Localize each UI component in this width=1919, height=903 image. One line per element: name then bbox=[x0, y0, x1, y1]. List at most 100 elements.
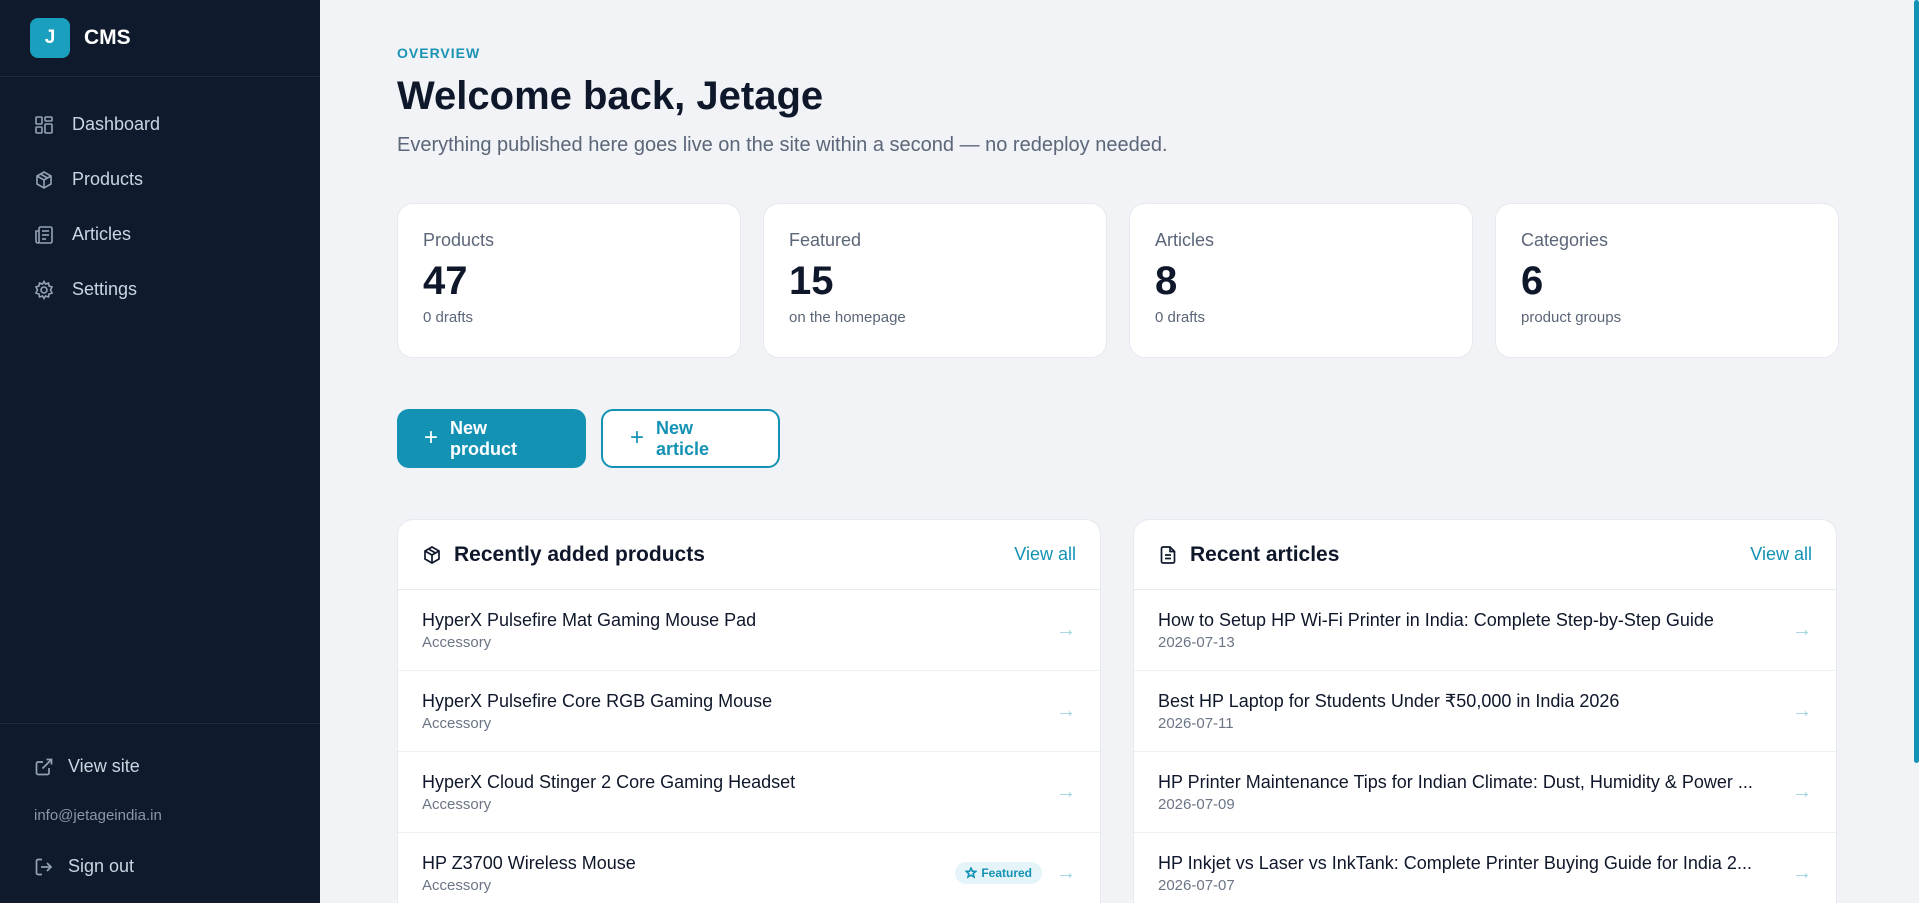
sign-out-icon bbox=[35, 858, 53, 875]
sidebar: J CMS Dashboard Products Articles Settin… bbox=[0, 0, 320, 903]
stat-label: Featured bbox=[789, 230, 862, 250]
article-row[interactable]: HP Printer Maintenance Tips for Indian C… bbox=[1134, 752, 1836, 833]
quick-actions: + New product + New article bbox=[397, 409, 780, 468]
new-article-label: New article bbox=[656, 417, 710, 459]
plus-icon: + bbox=[630, 423, 645, 451]
stat-card-articles: Articles 8 0 drafts bbox=[1129, 203, 1473, 358]
document-icon bbox=[1160, 545, 1176, 564]
brand-name: CMS bbox=[84, 26, 131, 49]
stat-note: 0 drafts bbox=[1155, 309, 1206, 326]
product-title: HP Z3700 Wireless Mouse bbox=[422, 852, 636, 873]
sidebar-nav: Dashboard Products Articles Settings bbox=[0, 77, 320, 317]
product-row[interactable]: HyperX Pulsefire Core RGB Gaming Mouse A… bbox=[398, 671, 1100, 752]
plus-icon: + bbox=[424, 423, 439, 451]
article-title: HP Printer Maintenance Tips for Indian C… bbox=[1158, 771, 1753, 792]
stat-card-products: Products 47 0 drafts bbox=[397, 203, 741, 358]
product-row[interactable]: HyperX Pulsefire Mat Gaming Mouse Pad Ac… bbox=[398, 590, 1100, 671]
main-content: OVERVIEW Welcome back, Jetage Everything… bbox=[320, 0, 1919, 903]
panel-header: Recently added products View all bbox=[398, 520, 1100, 590]
brand-logo: J bbox=[30, 18, 70, 58]
newspaper-icon bbox=[35, 225, 53, 244]
view-site-link[interactable]: View site bbox=[34, 756, 140, 777]
article-row[interactable]: Best HP Laptop for Students Under ₹50,00… bbox=[1134, 671, 1836, 752]
row-text: HP Printer Maintenance Tips for Indian C… bbox=[1158, 772, 1778, 813]
sidebar-item-products[interactable]: Products bbox=[0, 152, 320, 207]
product-title: HyperX Pulsefire Mat Gaming Mouse Pad bbox=[422, 609, 757, 630]
featured-badge-label: Featured bbox=[981, 866, 1032, 880]
arrow-right-icon: → bbox=[1792, 618, 1812, 641]
stat-note: product groups bbox=[1521, 309, 1622, 326]
sidebar-item-label: Settings bbox=[72, 279, 138, 299]
sidebar-item-dashboard[interactable]: Dashboard bbox=[0, 97, 320, 152]
view-site-label: View site bbox=[68, 756, 140, 776]
article-title: HP Inkjet vs Laser vs InkTank: Complete … bbox=[1158, 852, 1752, 873]
new-product-label: New product bbox=[450, 417, 518, 459]
arrow-right-icon: → bbox=[1792, 780, 1812, 803]
stats-row: Products 47 0 drafts Featured 15 on the … bbox=[397, 203, 1839, 358]
product-category: Accessory bbox=[422, 795, 492, 813]
sidebar-item-label: Articles bbox=[72, 224, 132, 244]
external-link-icon bbox=[35, 758, 53, 775]
product-category: Accessory bbox=[422, 633, 492, 651]
sidebar-item-label: Products bbox=[72, 169, 144, 189]
view-all-articles-link[interactable]: View all bbox=[1750, 544, 1812, 565]
page-scrollbar[interactable] bbox=[1914, 0, 1919, 763]
row-text: HyperX Pulsefire Core RGB Gaming Mouse A… bbox=[422, 691, 1042, 732]
product-row[interactable]: HP Z3700 Wireless Mouse Accessory Featur… bbox=[398, 833, 1100, 903]
stat-value: 6 bbox=[1521, 259, 1544, 303]
sidebar-item-label: Dashboard bbox=[72, 114, 161, 134]
sidebar-footer: View site info@jetageindia.in Sign out bbox=[0, 723, 320, 903]
arrow-right-icon: → bbox=[1056, 780, 1076, 803]
sign-out-label: Sign out bbox=[68, 856, 135, 876]
dashboard-icon bbox=[35, 115, 53, 134]
stat-value: 8 bbox=[1155, 259, 1178, 303]
row-text: HP Z3700 Wireless Mouse Accessory bbox=[422, 853, 955, 894]
stat-note: 0 drafts bbox=[423, 309, 474, 326]
page-eyebrow: OVERVIEW bbox=[397, 45, 481, 61]
panel-title: Recently added products bbox=[454, 542, 705, 566]
product-category: Accessory bbox=[422, 876, 492, 894]
page-title: Welcome back, Jetage bbox=[397, 74, 824, 118]
product-row[interactable]: HyperX Cloud Stinger 2 Core Gaming Heads… bbox=[398, 752, 1100, 833]
page-subtitle: Everything published here goes live on t… bbox=[397, 134, 1168, 156]
row-text: HP Inkjet vs Laser vs InkTank: Complete … bbox=[1158, 853, 1778, 894]
article-title: Best HP Laptop for Students Under ₹50,00… bbox=[1158, 690, 1620, 711]
stat-value: 47 bbox=[423, 259, 468, 303]
article-date: 2026-07-09 bbox=[1158, 795, 1235, 813]
article-date: 2026-07-07 bbox=[1158, 876, 1235, 894]
new-article-button[interactable]: + New article bbox=[601, 409, 780, 468]
sidebar-item-articles[interactable]: Articles bbox=[0, 207, 320, 262]
recent-products-panel: Recently added products View all HyperX … bbox=[397, 519, 1101, 903]
stat-card-featured: Featured 15 on the homepage bbox=[763, 203, 1107, 358]
article-date: 2026-07-11 bbox=[1158, 714, 1234, 732]
product-title: HyperX Cloud Stinger 2 Core Gaming Heads… bbox=[422, 771, 796, 792]
featured-badge: Featured bbox=[955, 862, 1042, 884]
stat-value: 15 bbox=[789, 259, 834, 303]
arrow-right-icon: → bbox=[1792, 861, 1812, 884]
view-all-products-link[interactable]: View all bbox=[1014, 544, 1076, 565]
panel-header: Recent articles View all bbox=[1134, 520, 1836, 590]
star-icon bbox=[965, 867, 978, 879]
product-title: HyperX Pulsefire Core RGB Gaming Mouse bbox=[422, 690, 773, 711]
article-date: 2026-07-13 bbox=[1158, 633, 1235, 651]
stat-card-categories: Categories 6 product groups bbox=[1495, 203, 1839, 358]
arrow-right-icon: → bbox=[1792, 699, 1812, 722]
article-row[interactable]: HP Inkjet vs Laser vs InkTank: Complete … bbox=[1134, 833, 1836, 903]
gear-icon bbox=[34, 279, 54, 300]
article-row[interactable]: How to Setup HP Wi-Fi Printer in India: … bbox=[1134, 590, 1836, 671]
box-icon bbox=[424, 545, 440, 564]
stat-label: Products bbox=[423, 230, 495, 250]
sign-out-button[interactable]: Sign out bbox=[34, 856, 134, 877]
box-icon bbox=[36, 170, 52, 189]
new-product-button[interactable]: + New product bbox=[397, 409, 586, 468]
stat-note: on the homepage bbox=[789, 309, 906, 326]
row-text: HyperX Pulsefire Mat Gaming Mouse Pad Ac… bbox=[422, 610, 1042, 651]
stat-label: Categories bbox=[1521, 230, 1609, 250]
row-text: Best HP Laptop for Students Under ₹50,00… bbox=[1158, 691, 1778, 732]
arrow-right-icon: → bbox=[1056, 618, 1076, 641]
stat-label: Articles bbox=[1155, 230, 1215, 250]
article-title: How to Setup HP Wi-Fi Printer in India: … bbox=[1158, 609, 1714, 630]
brand[interactable]: J CMS bbox=[0, 0, 320, 77]
sidebar-item-settings[interactable]: Settings bbox=[0, 262, 320, 317]
arrow-right-icon: → bbox=[1056, 861, 1076, 884]
